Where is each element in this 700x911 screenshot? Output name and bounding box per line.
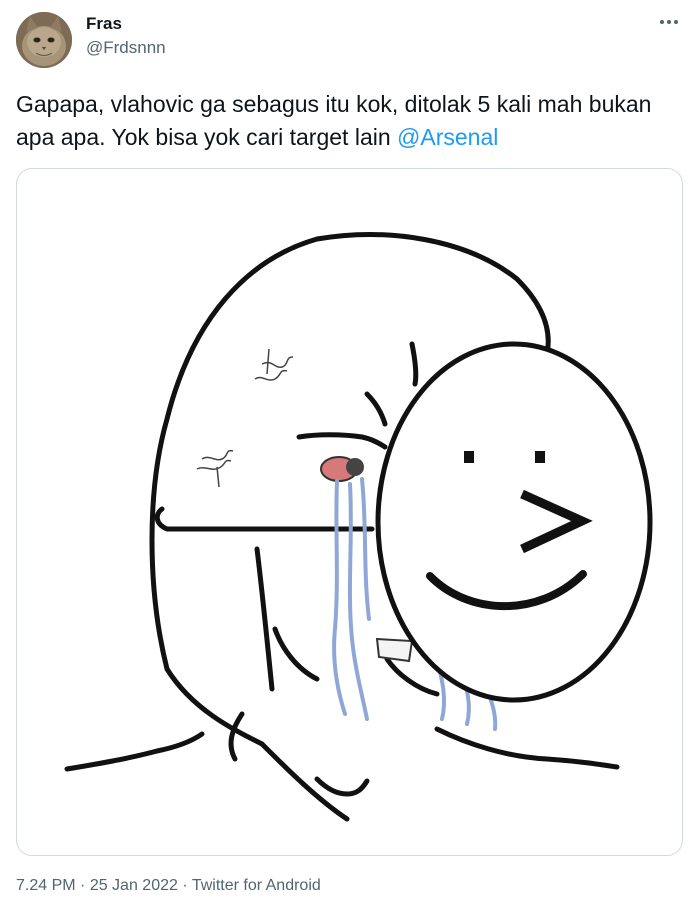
meta-separator: · (75, 877, 90, 894)
crying-wojak-smiley-mask-meme-icon (17, 169, 682, 855)
tweet-time[interactable]: 7.24 PM (16, 877, 76, 894)
dot (667, 20, 671, 24)
avatar[interactable] (16, 12, 72, 68)
meta-separator: · (177, 877, 192, 894)
dot (674, 20, 678, 24)
tweet-source[interactable]: Twitter for Android (192, 877, 321, 894)
tweet-date[interactable]: 25 Jan 2022 (90, 877, 178, 894)
tweet-body: Gapapa, vlahovic ga sebagus itu kok, dit… (16, 91, 652, 150)
tweet: Fras @Frdsnnn Gapapa, vlahovic ga sebagu… (0, 0, 700, 911)
tweet-image[interactable] (16, 168, 683, 856)
cat-avatar-icon (16, 12, 72, 68)
dot (660, 20, 664, 24)
mention-link[interactable]: @Arsenal (397, 124, 498, 150)
tweet-meta: 7.24 PM · 25 Jan 2022 · Twitter for Andr… (16, 877, 321, 895)
tweet-text: Gapapa, vlahovic ga sebagus itu kok, dit… (16, 88, 686, 154)
user-handle[interactable]: @Frdsnnn (86, 38, 166, 58)
display-name[interactable]: Fras (86, 14, 122, 34)
more-options-icon[interactable] (656, 12, 682, 32)
